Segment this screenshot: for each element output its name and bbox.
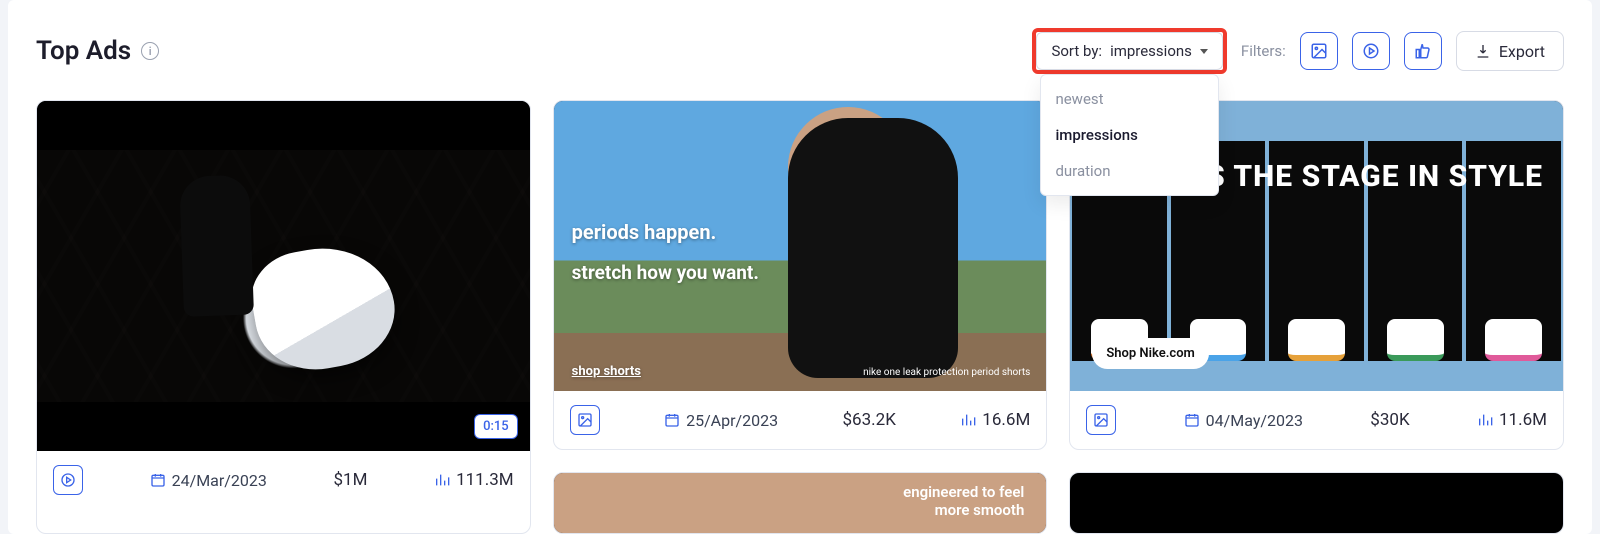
ad-overlay-text: periods happen. <box>572 221 717 243</box>
ad-spend: $30K <box>1370 410 1409 430</box>
sort-option-impressions[interactable]: impressions <box>1041 117 1217 153</box>
sort-option-duration[interactable]: duration <box>1041 153 1217 189</box>
ad-card[interactable] <box>1069 472 1564 534</box>
download-icon <box>1475 43 1491 59</box>
play-circle-icon <box>60 472 76 488</box>
play-circle-icon <box>1362 42 1380 60</box>
image-icon <box>1093 412 1109 428</box>
ad-type-icon <box>53 465 83 495</box>
ad-thumbnail[interactable]: engineered to feel more smooth <box>554 473 1047 533</box>
image-icon <box>577 412 593 428</box>
ad-date: 04/May/2023 <box>1184 411 1303 430</box>
video-duration-badge: 0:15 <box>474 414 518 439</box>
sort-dropdown-highlight: Sort by: impressions newest impressions … <box>1032 28 1226 74</box>
bars-icon <box>1477 412 1493 428</box>
thumbs-up-icon <box>1414 42 1432 60</box>
ad-card[interactable]: engineered to feel more smooth <box>553 472 1048 534</box>
sort-label-prefix: Sort by: <box>1051 42 1102 60</box>
calendar-icon <box>150 472 166 488</box>
filter-video-button[interactable] <box>1352 32 1390 70</box>
ad-type-icon <box>570 405 600 435</box>
ad-thumbnail[interactable]: periods happen. stretch how you want. sh… <box>554 101 1047 391</box>
ad-overlay-cta: Shop Nike.com <box>1092 338 1209 369</box>
sort-option-newest[interactable]: newest <box>1041 81 1217 117</box>
filter-like-button[interactable] <box>1404 32 1442 70</box>
ad-spend: $1M <box>334 470 368 490</box>
sort-selected-value: impressions <box>1110 42 1192 60</box>
export-button[interactable]: Export <box>1456 31 1564 71</box>
ad-overlay-brand: nike one leak protection period shorts <box>863 367 1030 379</box>
ad-impressions: 11.6M <box>1477 410 1547 430</box>
info-icon[interactable]: i <box>141 42 159 60</box>
bars-icon <box>434 472 450 488</box>
ad-impressions: 16.6M <box>960 410 1030 430</box>
ad-overlay-cta: shop shorts <box>572 365 641 379</box>
ad-overlay-headline: S THE STAGE IN STYLE <box>1206 161 1543 193</box>
ad-card[interactable]: periods happen. stretch how you want. sh… <box>553 100 1048 450</box>
ad-date: 25/Apr/2023 <box>664 411 778 430</box>
page-title: Top Ads <box>36 36 131 66</box>
calendar-icon <box>664 412 680 428</box>
ad-overlay-text: engineered to feel more smooth <box>903 483 1024 519</box>
caret-down-icon <box>1200 49 1208 54</box>
filter-image-button[interactable] <box>1300 32 1338 70</box>
ad-date: 24/Mar/2023 <box>150 471 267 490</box>
sort-button[interactable]: Sort by: impressions <box>1036 32 1222 70</box>
ad-impressions: 111.3M <box>434 470 514 490</box>
bars-icon <box>960 412 976 428</box>
calendar-icon <box>1184 412 1200 428</box>
filters-label: Filters: <box>1241 42 1286 60</box>
ad-thumbnail[interactable]: 0:15 <box>37 101 530 451</box>
ad-type-icon <box>1086 405 1116 435</box>
ad-card[interactable]: 0:15 24/Mar/2023 $1M 111.3M <box>36 100 531 534</box>
ad-thumbnail[interactable] <box>1070 473 1563 533</box>
sort-menu: newest impressions duration <box>1040 74 1218 196</box>
ad-overlay-text: stretch how you want. <box>572 263 759 284</box>
image-icon <box>1310 42 1328 60</box>
export-label: Export <box>1499 42 1545 61</box>
ad-spend: $63.2K <box>843 410 896 430</box>
